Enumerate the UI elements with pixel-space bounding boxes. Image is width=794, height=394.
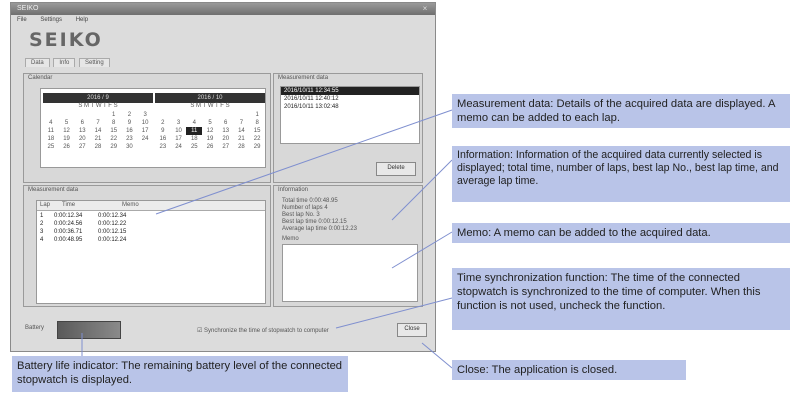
callout-memo: Memo: A memo can be added to the acquire… (452, 223, 790, 243)
line-sync (335, 297, 453, 329)
line-information (391, 159, 453, 221)
callout-sync: Time synchronization function: The time … (452, 268, 790, 330)
line-close (421, 342, 453, 369)
line-memo (391, 231, 453, 269)
callout-close: Close: The application is closed. (452, 360, 686, 380)
callout-measurement: Measurement data: Details of the acquire… (452, 94, 790, 128)
line-measurement (155, 109, 453, 215)
callout-information: Information: Information of the acquired… (452, 146, 790, 202)
callout-battery: Battery life indicator: The remaining ba… (12, 356, 348, 392)
